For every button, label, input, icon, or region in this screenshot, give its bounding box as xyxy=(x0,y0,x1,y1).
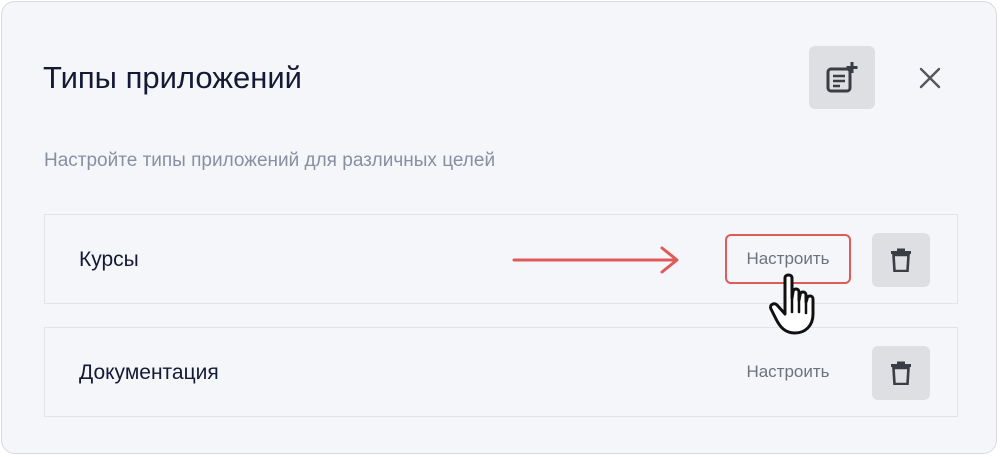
delete-button[interactable] xyxy=(872,233,930,287)
trash-icon xyxy=(891,248,911,272)
close-button[interactable] xyxy=(912,60,948,96)
dialog-subtitle: Настройте типы приложений для различных … xyxy=(44,150,496,171)
close-icon xyxy=(919,67,941,89)
row-label: Документация xyxy=(79,361,219,384)
hand-pointer-icon xyxy=(769,273,815,335)
list-item: Документация Настроить xyxy=(44,327,958,417)
row-label: Курсы xyxy=(79,248,139,271)
add-type-button[interactable] xyxy=(809,46,875,109)
dialog-title: Типы приложений xyxy=(43,60,302,95)
configure-button[interactable]: Настроить xyxy=(725,347,851,397)
delete-button[interactable] xyxy=(872,346,930,400)
annotation-arrow-icon xyxy=(512,246,679,274)
app-types-dialog: Типы приложений Настройте типы приложени… xyxy=(1,1,997,454)
trash-icon xyxy=(891,361,911,385)
add-note-icon xyxy=(826,61,858,92)
